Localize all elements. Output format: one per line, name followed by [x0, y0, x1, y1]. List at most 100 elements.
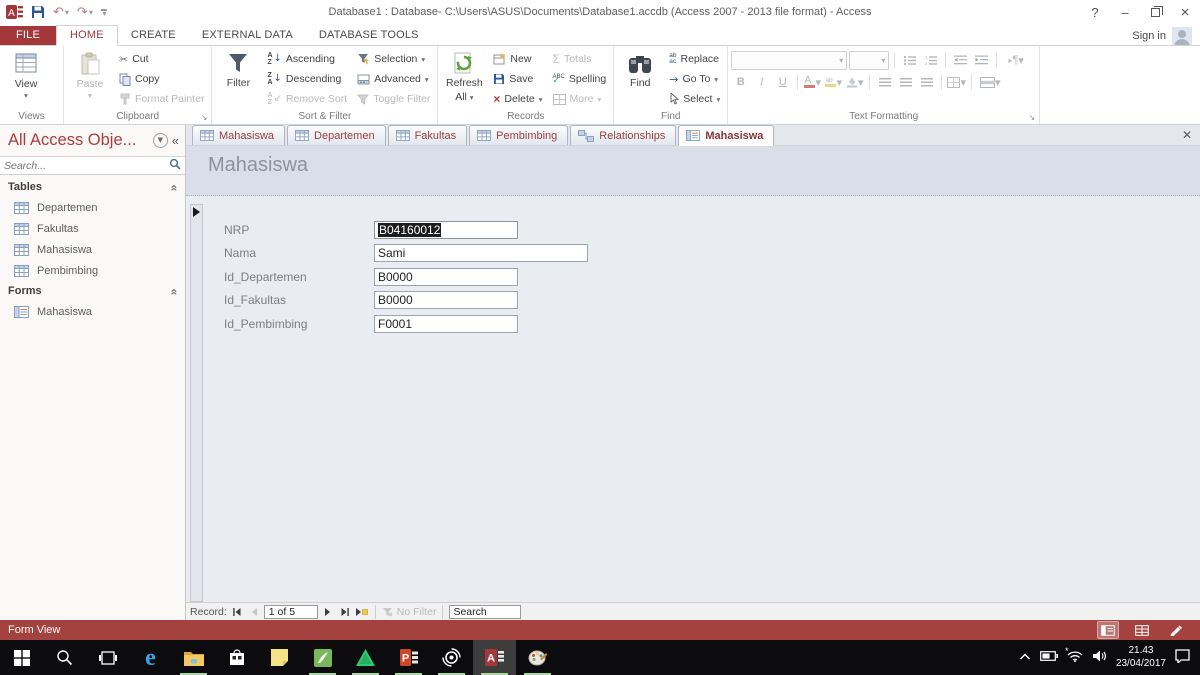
paste-button[interactable]: Paste ▾: [67, 49, 113, 109]
align-right-icon[interactable]: [917, 73, 936, 92]
search-icon[interactable]: [169, 158, 181, 173]
taskbar-clock[interactable]: 21.43 23/04/2017: [1116, 645, 1166, 670]
sign-in[interactable]: Sign in: [1132, 27, 1200, 45]
navpane-menu-icon[interactable]: ▼: [153, 133, 168, 148]
wifi-icon[interactable]: *: [1067, 650, 1083, 665]
field-input-nrp[interactable]: B04160012: [374, 221, 518, 239]
text-direction-icon[interactable]: ▸¶▾: [1002, 51, 1030, 70]
taskbar-edge-button[interactable]: e: [129, 640, 172, 675]
clipboard-dialog-launcher-icon[interactable]: ↘: [201, 113, 208, 122]
field-input-id-pembimbing[interactable]: F0001: [374, 315, 518, 333]
bullets-icon[interactable]: [900, 51, 919, 70]
redo-icon[interactable]: ↷▾: [77, 6, 93, 19]
no-filter-button[interactable]: No Filter: [382, 606, 437, 618]
format-painter-button[interactable]: Format Painter: [115, 89, 208, 109]
bold-button[interactable]: B: [731, 73, 750, 92]
taskbar-sketch-app-button[interactable]: [344, 640, 387, 675]
design-view-icon[interactable]: [1166, 622, 1186, 638]
new-record-button[interactable]: New: [489, 49, 546, 69]
navpane-item-mahasiswa-table[interactable]: Mahasiswa: [0, 239, 185, 260]
tab-create[interactable]: CREATE: [118, 26, 189, 45]
record-selector[interactable]: [190, 204, 203, 602]
navpane-search-input[interactable]: [4, 160, 165, 172]
tray-chevron-up-icon[interactable]: [1019, 652, 1031, 664]
selection-button[interactable]: Selection▾: [353, 49, 434, 69]
increase-indent-icon[interactable]: [972, 51, 991, 70]
remove-sort-button[interactable]: AZ↙ Remove Sort: [263, 89, 351, 109]
minimize-icon[interactable]: –: [1110, 1, 1140, 23]
ascending-button[interactable]: AZ↓ Ascending: [263, 49, 351, 69]
alternate-row-color-button[interactable]: ▾: [977, 73, 1003, 92]
navpane-item-fakultas[interactable]: Fakultas: [0, 218, 185, 239]
tab-file[interactable]: FILE: [0, 26, 56, 45]
record-position[interactable]: 1 of 5: [264, 605, 318, 619]
gridlines-button[interactable]: ▾: [947, 73, 966, 92]
navpane-group-tables[interactable]: Tables «: [0, 177, 185, 197]
doc-tab-mahasiswa-table[interactable]: Mahasiswa: [192, 125, 285, 145]
next-record-icon[interactable]: [321, 605, 335, 619]
taskbar-store-button[interactable]: [215, 640, 258, 675]
restore-icon[interactable]: [1140, 1, 1170, 23]
first-record-icon[interactable]: [230, 605, 244, 619]
task-view-button[interactable]: [86, 640, 129, 675]
help-icon[interactable]: ?: [1080, 1, 1110, 23]
doc-tab-departemen[interactable]: Departemen: [287, 125, 386, 145]
more-button[interactable]: More▾: [549, 89, 611, 109]
doc-tab-mahasiswa-form[interactable]: Mahasiswa: [678, 125, 774, 146]
start-button[interactable]: [0, 640, 43, 675]
copy-button[interactable]: Copy: [115, 69, 208, 89]
taskbar-paint-app-button[interactable]: [516, 640, 559, 675]
font-size-combo[interactable]: ▾: [849, 51, 889, 70]
action-center-icon[interactable]: [1175, 649, 1190, 666]
decrease-indent-icon[interactable]: [951, 51, 970, 70]
taskbar-access-button[interactable]: A: [473, 640, 516, 675]
navpane-item-mahasiswa-form[interactable]: Mahasiswa: [0, 301, 185, 322]
record-search-input[interactable]: [449, 605, 521, 619]
view-button[interactable]: View ▾: [3, 49, 49, 109]
close-tab-icon[interactable]: ✕: [1182, 128, 1192, 142]
doc-tab-relationships[interactable]: Relationships: [570, 125, 676, 145]
navpane-title[interactable]: All Access Obje...: [8, 131, 149, 150]
field-input-id-departemen[interactable]: B0000: [374, 268, 518, 286]
toggle-filter-button[interactable]: Toggle Filter: [353, 89, 434, 109]
taskbar-drawing-app-button[interactable]: [301, 640, 344, 675]
background-color-button[interactable]: ▾: [845, 73, 864, 92]
taskbar-file-explorer-button[interactable]: [172, 640, 215, 675]
datasheet-view-icon[interactable]: [1132, 622, 1152, 638]
navpane-item-departemen[interactable]: Departemen: [0, 197, 185, 218]
taskbar-sticky-notes-button[interactable]: [258, 640, 301, 675]
font-color-button[interactable]: A▾: [803, 73, 822, 92]
advanced-button[interactable]: Advanced▾: [353, 69, 434, 89]
replace-button[interactable]: abac Replace: [665, 49, 724, 69]
taskbar-powerpoint-button[interactable]: P: [387, 640, 430, 675]
go-to-button[interactable]: → Go To▾: [665, 69, 724, 89]
navpane-group-forms[interactable]: Forms «: [0, 281, 185, 301]
field-input-nama[interactable]: Sami: [374, 244, 588, 262]
close-icon[interactable]: ×: [1170, 1, 1200, 23]
collapse-group-icon[interactable]: «: [168, 185, 182, 190]
last-record-icon[interactable]: [338, 605, 352, 619]
filter-button[interactable]: Filter: [215, 49, 261, 109]
delete-record-button[interactable]: × Delete▾: [489, 89, 546, 109]
tab-home[interactable]: HOME: [56, 25, 118, 46]
undo-icon[interactable]: ↶▾: [53, 6, 69, 19]
doc-tab-fakultas[interactable]: Fakultas: [388, 125, 468, 145]
find-button[interactable]: Find: [617, 49, 663, 109]
form-view-icon[interactable]: [1098, 622, 1118, 638]
navpane-item-pembimbing[interactable]: Pembimbing: [0, 260, 185, 281]
italic-button[interactable]: I: [752, 73, 771, 92]
cut-button[interactable]: ✂ Cut: [115, 49, 208, 69]
save-icon[interactable]: [31, 5, 45, 19]
spelling-button[interactable]: ABC✓ Spelling: [549, 69, 611, 89]
align-center-icon[interactable]: [896, 73, 915, 92]
tab-external-data[interactable]: EXTERNAL DATA: [189, 26, 306, 45]
underline-button[interactable]: U: [773, 73, 792, 92]
speaker-icon[interactable]: [1092, 650, 1107, 665]
align-left-icon[interactable]: [875, 73, 894, 92]
collapse-group-icon[interactable]: «: [168, 289, 182, 294]
font-name-combo[interactable]: ▾: [731, 51, 847, 70]
customize-qat-icon[interactable]: ▬▾: [101, 9, 107, 15]
numbering-icon[interactable]: 12: [921, 51, 940, 70]
previous-record-icon[interactable]: [247, 605, 261, 619]
select-button[interactable]: Select▾: [665, 89, 724, 109]
